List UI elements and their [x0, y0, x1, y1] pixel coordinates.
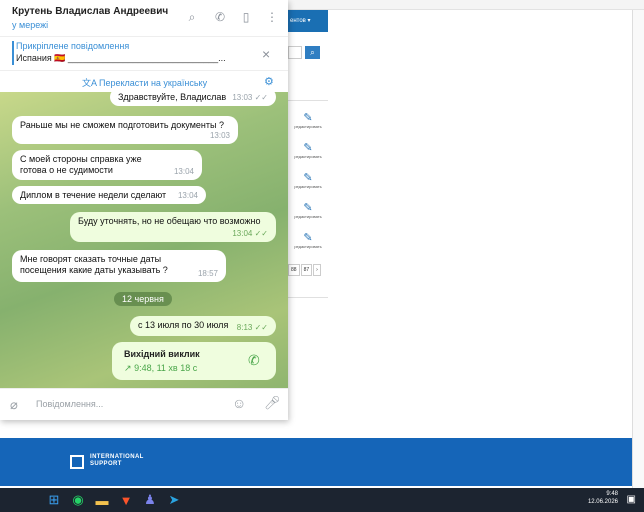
- edit-link[interactable]: ✎ редактировать: [293, 232, 323, 249]
- message-text: Раньше мы не сможем подготовить документ…: [20, 120, 224, 130]
- pinned-indicator: [12, 41, 14, 65]
- clock-date: 12.06.2026: [587, 499, 618, 505]
- message-bubble-outgoing[interactable]: с 13 июля по 30 июля 8:13 ✓✓: [130, 316, 276, 336]
- phone-icon[interactable]: ✆: [212, 9, 228, 25]
- message-bubble[interactable]: Раньше мы не сможем подготовить документ…: [12, 116, 238, 144]
- message-bubble-outgoing[interactable]: Буду уточнять, но не обещаю что возможно…: [70, 212, 276, 242]
- phone-icon[interactable]: ✆: [248, 352, 260, 369]
- telegram-icon[interactable]: ➤: [166, 492, 182, 508]
- notification-icon[interactable]: ▣: [627, 494, 636, 505]
- brave-icon[interactable]: ▼: [118, 492, 134, 508]
- message-time: 13:04: [177, 191, 198, 200]
- message-text: Здравствуйте, Владислав: [118, 92, 227, 102]
- edit-link[interactable]: ✎ редактировать: [293, 112, 323, 129]
- pinned-text: Испания 🇪🇸 _____________________________…: [16, 53, 226, 63]
- message-bubble[interactable]: Диплом в течение недели сделают 13:04: [12, 186, 206, 204]
- dropdown-menu-button[interactable]: ентов ▾: [288, 10, 328, 32]
- chat-header: Крутень Владислав Андреевич у мережі ⌕ ✆…: [0, 0, 288, 36]
- message-time: 13:04: [173, 167, 194, 176]
- translate-button[interactable]: 文A Перекласти на українську: [82, 76, 207, 89]
- message-time: 13:03: [209, 131, 230, 140]
- close-icon[interactable]: ×: [262, 47, 270, 61]
- read-check-icon: ✓✓: [254, 229, 268, 238]
- pinned-message-bar[interactable]: Прикріплене повідомлення Испания 🇪🇸 ____…: [0, 36, 288, 70]
- date-separator: 12 червня: [114, 292, 172, 306]
- page-next[interactable]: ›: [313, 264, 321, 276]
- windows-start-icon[interactable]: ⊞: [46, 492, 62, 508]
- call-detail: ↗ 9:48, 11 хв 18 с: [124, 363, 198, 373]
- logo-icon: [70, 455, 84, 469]
- scrollbar[interactable]: [632, 10, 644, 488]
- edit-link[interactable]: ✎ редактировать: [293, 172, 323, 189]
- message-composer: ⌀ Повідомлення... ☺ 🎤︎: [0, 388, 288, 420]
- arrow-up-right-icon: ↗: [124, 363, 132, 373]
- emoji-icon[interactable]: ☺: [232, 395, 246, 411]
- translate-label: Перекласти на українську: [99, 78, 208, 88]
- more-menu-icon[interactable]: ⋮: [264, 9, 280, 25]
- file-explorer-icon[interactable]: ▬: [94, 492, 110, 508]
- pagination: 88 87 ›: [288, 264, 321, 276]
- pinned-title: Прикріплене повідомлення: [16, 41, 130, 51]
- paperclip-icon[interactable]: ⌀: [10, 397, 18, 413]
- contact-status: у мережі: [12, 20, 49, 30]
- message-time: 13:03 ✓✓: [232, 93, 268, 102]
- outgoing-call-bubble[interactable]: Вихідний виклик ↗ 9:48, 11 хв 18 с ✆: [112, 342, 276, 380]
- teams-icon[interactable]: ♟: [142, 492, 158, 508]
- edit-link[interactable]: ✎ редактировать: [293, 202, 323, 219]
- message-time: 18:57: [197, 269, 218, 278]
- message-text: с 13 июля по 30 июля: [138, 320, 229, 330]
- message-list[interactable]: Здравствуйте, Владислав 13:03 ✓✓ Раньше …: [0, 92, 288, 388]
- system-clock[interactable]: 9:48 12.06.2026: [588, 490, 618, 506]
- whatsapp-icon[interactable]: ◉: [70, 492, 86, 508]
- message-text: Мне говорят сказать точные даты посещени…: [20, 254, 168, 275]
- message-bubble[interactable]: Здравствуйте, Владислав 13:03 ✓✓: [110, 92, 276, 106]
- read-check-icon: ✓✓: [254, 93, 268, 102]
- footer-logo-text: INTERNATIONAL SUPPORT: [90, 454, 144, 467]
- message-bubble[interactable]: С моей стороны справка уже готова о не с…: [12, 150, 202, 180]
- message-text: Буду уточнять, но не обещаю что возможно: [78, 216, 261, 226]
- telegram-chat-window: Крутень Владислав Андреевич у мережі ⌕ ✆…: [0, 0, 288, 420]
- search-button[interactable]: ⌕: [305, 46, 320, 59]
- page-link[interactable]: 88: [288, 264, 300, 276]
- search-icon[interactable]: ⌕: [184, 9, 200, 25]
- search-field[interactable]: [288, 46, 302, 59]
- contact-name[interactable]: Крутень Владислав Андреевич: [12, 6, 168, 17]
- translate-icon: 文A: [82, 78, 100, 88]
- translate-bar: 文A Перекласти на українську ⚙: [0, 70, 288, 92]
- message-time: 8:13 ✓✓: [236, 323, 268, 332]
- read-check-icon: ✓✓: [254, 323, 268, 332]
- message-input[interactable]: Повідомлення...: [36, 399, 103, 409]
- clock-time: 9:48: [606, 491, 618, 497]
- translate-settings-icon[interactable]: ⚙: [264, 75, 274, 88]
- message-time: 13:04 ✓✓: [232, 229, 268, 238]
- microphone-icon[interactable]: 🎤︎: [264, 395, 281, 411]
- message-bubble[interactable]: Мне говорят сказать точные даты посещени…: [12, 250, 226, 282]
- sidebar-toggle-icon[interactable]: ▯: [238, 9, 254, 25]
- message-text: Диплом в течение недели сделают: [20, 190, 167, 200]
- call-title: Вихідний виклик: [124, 349, 200, 359]
- page-link[interactable]: 87: [300, 264, 313, 276]
- message-text: С моей стороны справка уже готова о не с…: [20, 154, 142, 175]
- edit-link[interactable]: ✎ редактировать: [293, 142, 323, 159]
